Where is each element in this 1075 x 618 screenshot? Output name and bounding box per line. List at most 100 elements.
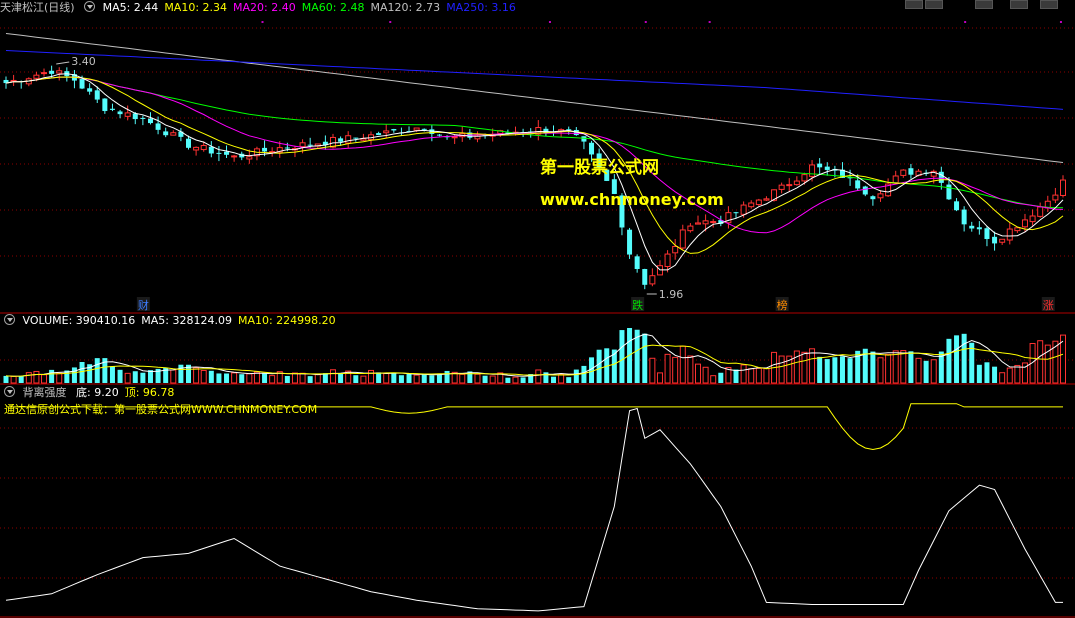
volume-bar-up — [291, 372, 298, 384]
chevron-down-icon[interactable] — [4, 314, 15, 325]
candle-up — [170, 132, 177, 136]
volume-bar-down — [284, 375, 290, 383]
volume-bar-up — [124, 372, 131, 384]
candle-down — [94, 90, 100, 100]
ma-labels: MA5: 2.44 MA10: 2.34 MA20: 2.40 MA60: 2.48 M… — [103, 1, 522, 14]
volume-bar-up — [329, 369, 336, 384]
candle-up — [124, 112, 131, 117]
high-pointer — [56, 61, 70, 65]
ma-line — [5, 76, 1064, 234]
volume-bar-up — [892, 350, 899, 384]
indicator-name: 背离强度 — [22, 386, 67, 399]
candle-down — [391, 129, 397, 131]
volume-bar-down — [573, 369, 579, 383]
price-candles[interactable] — [3, 65, 1066, 290]
volume-bar-up — [33, 370, 40, 384]
top-dot — [548, 21, 551, 23]
chevron-down-icon[interactable] — [4, 386, 15, 397]
candle-down — [976, 227, 982, 230]
candle-down — [87, 88, 93, 92]
toolbar-button-1[interactable] — [905, 0, 923, 9]
candle-down — [224, 151, 230, 155]
volume-bar-down — [216, 373, 222, 383]
volume-bar-up — [710, 375, 717, 384]
candle-up — [1006, 228, 1013, 241]
indicator-strength-line — [5, 407, 1063, 612]
volume-bar-down — [482, 375, 488, 383]
chevron-down-icon[interactable] — [84, 1, 96, 12]
volume-bar-up — [231, 372, 238, 384]
volume-bar-down — [581, 365, 587, 383]
candle-down — [155, 123, 161, 130]
candle-up — [1052, 194, 1059, 201]
volume-bar-down — [733, 369, 739, 383]
candle-up — [740, 204, 747, 215]
volume-bar-up — [535, 369, 542, 384]
candle-down — [946, 184, 952, 200]
toolbar-button-2[interactable] — [925, 0, 943, 9]
candle-down — [117, 111, 123, 115]
label-ma250: MA250: 3.16 — [446, 1, 516, 14]
volume-bar-down — [718, 372, 724, 383]
volume-bar-down — [976, 364, 982, 383]
candle-up — [1021, 219, 1028, 228]
label-ma60: MA60: 2.48 — [301, 1, 365, 14]
candle-down — [353, 137, 359, 139]
volume-bar-up — [877, 357, 884, 384]
volume-bar-up — [360, 375, 367, 384]
volume-bar-up — [10, 375, 17, 384]
volume-bar-up — [558, 373, 565, 384]
candle-up — [56, 70, 63, 74]
candle-up — [877, 193, 884, 199]
moving-average-lines: 3.40 1.96 财 跌 榜 涨 — [5, 21, 1064, 312]
volume-bar-up — [246, 373, 253, 384]
top-dot — [389, 21, 392, 23]
volume-bar-up — [512, 376, 519, 384]
volume-bar-up — [900, 350, 907, 384]
volume-bar-up — [672, 356, 679, 384]
candle-down — [627, 229, 633, 255]
volume-bar-up — [56, 372, 63, 384]
volume-bar-up — [200, 369, 207, 384]
low-price-label: 1.96 — [659, 288, 684, 301]
candle-up — [748, 202, 755, 208]
stock-name: 天津松江 — [0, 1, 44, 14]
candle-down — [163, 131, 169, 136]
volume-bar-up — [649, 357, 656, 384]
volume-bar-down — [824, 359, 830, 383]
volume-bar-down — [566, 377, 572, 383]
candle-down — [954, 201, 960, 211]
candle-up — [809, 164, 816, 177]
volume-bar-up — [687, 355, 694, 384]
volume-bar-up — [489, 375, 496, 384]
candle-up — [900, 169, 907, 176]
candle-down — [938, 171, 944, 183]
candle-down — [992, 236, 998, 244]
toolbar-button-3[interactable] — [975, 0, 993, 9]
candle-up — [193, 146, 200, 151]
candle-down — [338, 138, 344, 142]
candle-down — [132, 113, 138, 120]
candle-down — [642, 269, 648, 285]
volume-bar-up — [930, 359, 937, 384]
volume-bar-up — [25, 372, 32, 384]
volume-bar-down — [847, 358, 853, 383]
top-dot — [964, 21, 967, 23]
volume-bar-down — [444, 370, 450, 383]
volume-bar-down — [94, 358, 100, 383]
volume-bar-up — [694, 363, 701, 384]
volume-bars[interactable] — [3, 328, 1066, 384]
toolbar-button-4[interactable] — [1010, 0, 1028, 9]
volume-bar-down — [596, 349, 602, 383]
volume-bar-up — [915, 357, 922, 384]
volume-bar-up — [383, 373, 390, 384]
candle-down — [581, 136, 587, 142]
volume-bar-down — [109, 366, 115, 383]
volume-bar-down — [619, 330, 625, 383]
stock-chart-canvas[interactable]: 3.40 1.96 财 跌 榜 涨 — [0, 0, 1075, 618]
volume-bar-down — [984, 362, 990, 383]
candle-up — [1029, 215, 1036, 223]
volume-bar-down — [338, 372, 344, 383]
toolbar-button-5[interactable] — [1040, 0, 1058, 9]
volume-bar-down — [391, 373, 397, 383]
